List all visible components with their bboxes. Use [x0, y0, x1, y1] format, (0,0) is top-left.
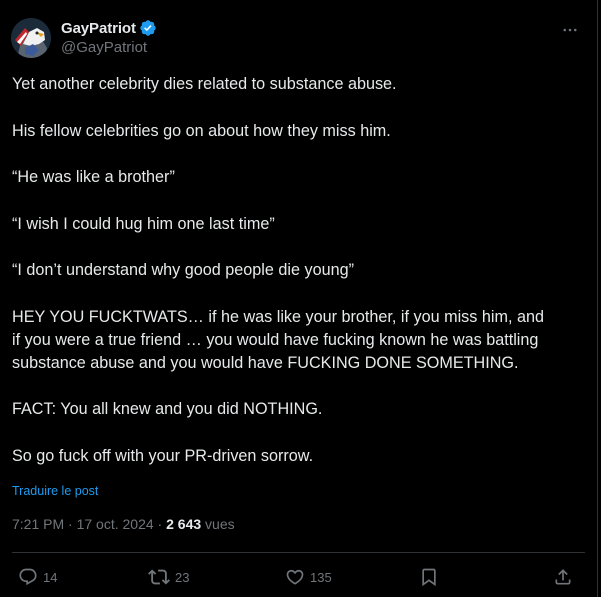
reply-count: 14 [43, 569, 58, 585]
meta-separator: · [153, 516, 167, 532]
post-date[interactable]: 17 oct. 2024 [77, 516, 154, 532]
eagle-avatar-icon [11, 18, 51, 58]
post-container: GayPatriot @GayPatriot Yet another celeb… [0, 0, 598, 597]
share-button[interactable] [553, 562, 573, 592]
meta-separator: · [64, 516, 77, 532]
post-line: “He was like a brother” [12, 168, 175, 186]
more-options-button[interactable] [559, 19, 581, 41]
reply-button[interactable]: 14 [18, 562, 57, 592]
bookmark-icon [422, 568, 436, 587]
reply-icon [19, 568, 37, 586]
post-line: HEY YOU FUCKTWATS… if he was like your b… [12, 307, 544, 326]
post-line: “I wish I could hug him one last time” [12, 214, 275, 233]
translate-post-link[interactable]: Traduire le post [12, 484, 98, 498]
divider [12, 552, 585, 553]
repost-button[interactable]: 23 [148, 562, 189, 592]
like-button[interactable]: 135 [285, 562, 332, 592]
action-bar: 14 23 135 [0, 562, 598, 592]
share-icon [555, 569, 571, 585]
views-count: 2 643 [166, 516, 202, 532]
more-icon [563, 28, 577, 32]
post-line: substance abuse and you would have FUCKI… [12, 353, 519, 372]
bookmark-button[interactable] [419, 562, 439, 592]
verified-badge-icon[interactable] [139, 19, 157, 37]
post-line: FACT: You all knew and you did NOTHING. [12, 400, 323, 418]
post-text: Yet another celebrity dies related to su… [12, 73, 582, 468]
post-line: Yet another celebrity dies related to su… [12, 75, 397, 93]
heart-icon [286, 569, 304, 585]
like-count: 135 [310, 569, 332, 585]
post-time[interactable]: 7:21 PM [12, 516, 64, 532]
post-line: “I don’t understand why good people die … [12, 261, 354, 279]
post-line: His fellow celebrities go on about how t… [12, 121, 391, 140]
repost-count: 23 [175, 569, 190, 585]
repost-icon [148, 569, 170, 585]
author-names: GayPatriot @GayPatriot [61, 18, 157, 56]
post-meta: 7:21 PM · 17 oct. 2024 · 2 643 vues [12, 516, 235, 532]
post-header: GayPatriot @GayPatriot [11, 17, 591, 61]
views-label: vues [201, 516, 235, 532]
avatar[interactable] [11, 18, 51, 58]
post-line: So go fuck off with your PR-driven sorro… [12, 446, 314, 465]
author-display-name[interactable]: GayPatriot [61, 20, 136, 37]
post-line: if you were a true friend … you would ha… [12, 330, 539, 349]
author-handle[interactable]: @GayPatriot [61, 39, 157, 56]
